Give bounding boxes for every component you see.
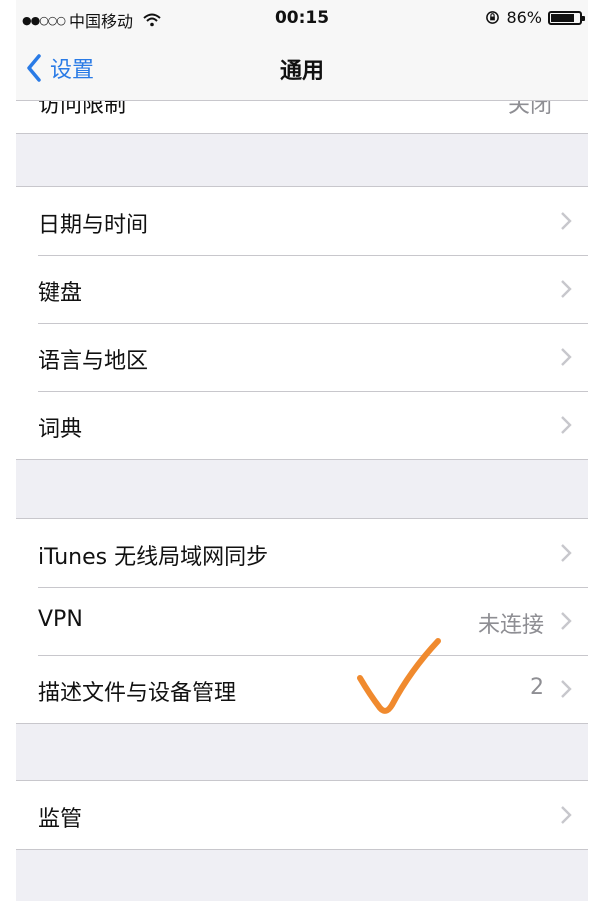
row-label: 语言与地区: [38, 349, 149, 374]
chevron-right-icon: [561, 348, 572, 366]
chevron-right-icon: [561, 416, 572, 434]
row-label: 描述文件与设备管理: [38, 681, 237, 706]
row-dictionary[interactable]: 词典: [16, 391, 588, 459]
row-supervision[interactable]: 监管: [16, 781, 588, 849]
row-label: 日期与时间: [38, 213, 149, 238]
status-right: 86%: [485, 8, 585, 27]
page-title: 通用: [279, 59, 324, 84]
battery-icon: [548, 10, 585, 25]
chevron-right-icon: [561, 544, 572, 562]
row-itunes-wifi-sync[interactable]: iTunes 无线局域网同步: [16, 519, 588, 587]
vpn-status-value: 未连接: [477, 613, 544, 638]
row-label: 键盘: [38, 281, 83, 306]
restrictions-value: 关闭: [507, 101, 552, 118]
battery-level: [551, 13, 574, 22]
row-keyboard[interactable]: 键盘: [16, 255, 588, 323]
chevron-right-icon: [561, 612, 572, 630]
row-date-time[interactable]: 日期与时间: [16, 187, 588, 255]
restrictions-row-partial[interactable]: 访问限制 关闭: [16, 101, 588, 134]
rotation-lock-icon: [486, 11, 500, 24]
chevron-right-icon: [561, 280, 572, 298]
status-bar: ●●○○○ 中国移动 00:15 86%: [16, 0, 588, 38]
settings-group-2: iTunes 无线局域网同步 VPN 未连接 描述文件与设备管理 2: [16, 518, 588, 724]
battery-percent: 86%: [506, 8, 542, 27]
settings-group-1: 日期与时间 键盘 语言与地区 词典: [16, 186, 588, 460]
row-profiles-device-management[interactable]: 描述文件与设备管理 2: [16, 655, 588, 723]
settings-group-3: 监管: [16, 780, 588, 850]
phone-screen: ●●○○○ 中国移动 00:15 86% 设置 通用 访问限制 关闭 日期与时间…: [16, 0, 588, 901]
row-label: VPN: [38, 607, 83, 632]
row-label: 监管: [38, 807, 83, 832]
row-language-region[interactable]: 语言与地区: [16, 323, 588, 391]
chevron-right-icon: [561, 806, 572, 824]
row-vpn[interactable]: VPN 未连接: [16, 587, 588, 655]
profiles-count-value: 2: [530, 675, 544, 700]
navigation-bar: 设置 通用: [16, 38, 588, 101]
row-label: iTunes 无线局域网同步: [38, 545, 269, 570]
checkmark-icon: [357, 638, 441, 714]
chevron-right-icon: [561, 212, 572, 230]
restrictions-label: 访问限制: [38, 101, 127, 118]
row-label: 词典: [38, 417, 83, 442]
chevron-right-icon: [561, 680, 572, 698]
